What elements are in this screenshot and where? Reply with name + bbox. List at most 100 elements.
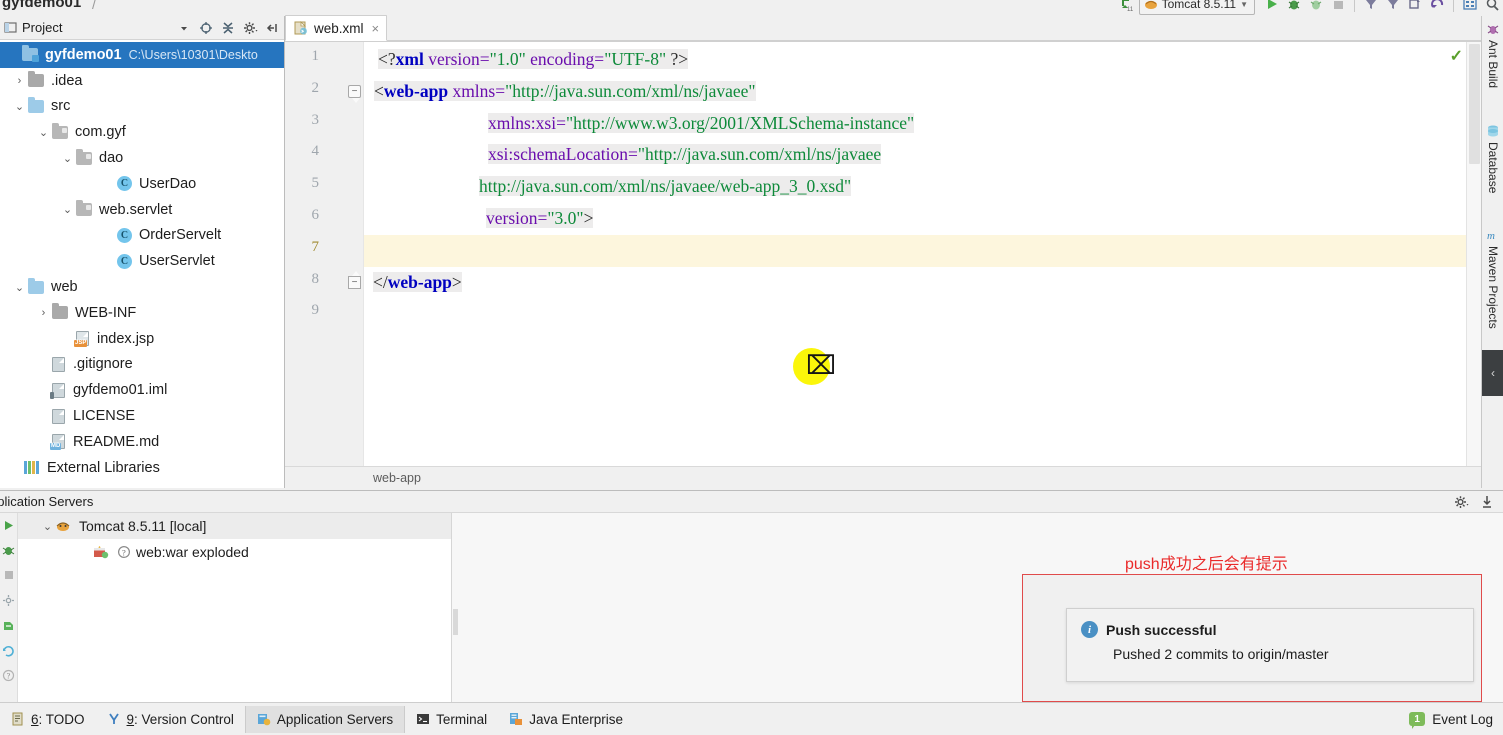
code-line[interactable]: <web-app xmlns="http://java.sun.com/xml/… — [364, 76, 1481, 108]
project-tree-item[interactable]: › WEB-INF — [0, 300, 284, 326]
text-file-icon — [49, 356, 68, 373]
editor-scrollbar-thumb[interactable] — [1469, 44, 1480, 164]
chevron-down-icon[interactable]: ⌄ — [36, 126, 51, 139]
application-servers-tree-item[interactable]: ⌄ Tomcat 8.5.11 [local] — [18, 513, 451, 539]
project-tree-item[interactable]: gyfdemo01 C:\Users\10301\Deskto — [0, 42, 284, 68]
editor-code-lines[interactable]: <?xml version="1.0" encoding="UTF-8" ?> <… — [364, 42, 1481, 466]
chevron-down-icon[interactable]: ⌄ — [12, 281, 27, 294]
project-tree-item[interactable]: MD README.md — [0, 429, 284, 455]
run-with-coverage-icon[interactable] — [1305, 0, 1327, 15]
breadcrumb[interactable]: web-app — [285, 466, 1481, 488]
push-notification-balloon[interactable]: i Push successful Pushed 2 commits to or… — [1066, 608, 1474, 682]
chevron-down-icon[interactable]: ⌄ — [60, 203, 75, 216]
status-bar-tab[interactable]: Application Servers — [244, 705, 406, 733]
code-line[interactable] — [364, 298, 1481, 330]
view-options-dropdown-icon[interactable] — [174, 18, 194, 38]
code-line[interactable] — [364, 234, 1481, 267]
project-tree-item[interactable]: ⌄ web.servlet — [0, 197, 284, 223]
right-tool-rail: Ant Build Database m Maven Projects ‹ — [1481, 16, 1503, 488]
collapse-rail-icon[interactable]: ‹ — [1482, 350, 1503, 396]
chevron-right-icon[interactable]: › — [12, 75, 27, 87]
chevron-right-icon[interactable]: › — [36, 307, 51, 319]
project-tree[interactable]: gyfdemo01 C:\Users\10301\Deskto › .idea ⌄ src… — [0, 40, 284, 487]
hide-panel-icon[interactable] — [262, 18, 282, 38]
application-servers-tree-item[interactable]: ? web:war exploded — [18, 539, 451, 565]
tomcat-icon — [55, 518, 74, 535]
code-line[interactable]: </web-app> — [364, 267, 1481, 299]
status-bar-tabs: 6: TODO 9: Version Control Application Ser… — [0, 705, 634, 733]
project-tree-item[interactable]: ⌄ com.gyf — [0, 119, 284, 145]
fold-collapse-icon[interactable]: − — [348, 269, 361, 289]
debug-icon[interactable] — [1283, 0, 1305, 15]
editor-tab-filler — [387, 16, 1481, 41]
rollback-icon[interactable] — [1404, 0, 1426, 15]
run-icon[interactable] — [1261, 0, 1283, 15]
project-tree-item[interactable]: JSP index.jsp — [0, 326, 284, 352]
help-icon[interactable]: ? — [1, 667, 17, 683]
search-icon[interactable] — [1481, 0, 1503, 15]
chevron-down-icon[interactable]: ⌄ — [60, 152, 75, 165]
code-line[interactable]: <?xml version="1.0" encoding="UTF-8" ?> — [364, 44, 1481, 76]
tool-tab-database[interactable]: Database — [1482, 124, 1503, 193]
text-cursor-icon: ⌧ — [806, 351, 836, 380]
editor-scrollbar[interactable] — [1466, 42, 1481, 466]
project-tree-item[interactable]: ⌄ web — [0, 274, 284, 300]
tool-tab-ant-build-label: Ant Build — [1486, 40, 1500, 89]
fold-expand-icon[interactable]: − — [348, 84, 361, 104]
code-line[interactable]: xsi:schemaLocation="http://java.sun.com/… — [364, 139, 1481, 171]
vcs-history-icon[interactable] — [1426, 0, 1448, 15]
settings-gear-icon[interactable] — [1451, 492, 1471, 512]
tool-tab-maven-projects[interactable]: m Maven Projects — [1482, 228, 1503, 329]
chevron-down-icon[interactable]: ⌄ — [40, 520, 55, 533]
todo-icon — [11, 712, 25, 726]
commit-icon[interactable] — [1382, 0, 1404, 15]
vcs-update-icon[interactable]: 11 — [1117, 0, 1139, 15]
chevron-down-icon[interactable]: ⌄ — [12, 100, 27, 113]
event-log-label[interactable]: Event Log — [1432, 712, 1493, 727]
settings-gear-icon[interactable] — [240, 18, 260, 38]
project-tree-item[interactable]: LICENSE — [0, 403, 284, 429]
project-tree-item[interactable]: ⌄ dao — [0, 145, 284, 171]
settings-icon[interactable] — [1, 592, 17, 608]
refresh-icon[interactable] — [1, 642, 17, 658]
status-bar-tab[interactable]: Java Enterprise — [498, 706, 634, 733]
project-tree-item[interactable]: C UserDao — [0, 171, 284, 197]
run-icon[interactable] — [1, 517, 17, 533]
structure-icon[interactable] — [1459, 0, 1481, 15]
project-tree-item[interactable]: C UserServlet — [0, 248, 284, 274]
debug-icon[interactable] — [1, 542, 17, 558]
project-tree-item-label: web.servlet — [99, 201, 173, 218]
close-icon[interactable]: × — [372, 21, 380, 36]
project-tree-item[interactable]: External Libraries — [0, 455, 284, 481]
tool-tab-maven-projects-label: Maven Projects — [1486, 246, 1500, 329]
project-tree-item[interactable]: .gitignore — [0, 352, 284, 378]
status-bar-tab[interactable]: Terminal — [405, 706, 498, 733]
deploy-icon[interactable] — [1, 617, 17, 633]
project-tree-item[interactable]: gyfdemo01.iml — [0, 377, 284, 403]
stop-icon — [1, 567, 17, 583]
scroll-from-source-icon[interactable] — [196, 18, 216, 38]
status-bar-tab[interactable]: 6: TODO — [0, 706, 96, 733]
run-configuration-selector[interactable]: Tomcat 8.5.11 ▼ — [1138, 0, 1255, 15]
collapse-all-icon[interactable] — [218, 18, 238, 38]
hide-panel-icon[interactable] — [1477, 492, 1497, 512]
editor-tab-web-xml[interactable]: web.xml × — [285, 15, 388, 41]
code-line[interactable]: xmlns:xsi="http://www.w3.org/2001/XMLSch… — [364, 108, 1481, 140]
output-scroll-thumb[interactable] — [453, 609, 458, 635]
status-bar-tab[interactable]: 9: Version Control — [96, 706, 245, 733]
update-project-icon[interactable] — [1360, 0, 1382, 15]
code-line[interactable]: version="3.0"> — [364, 203, 1481, 235]
application-servers-tree[interactable]: ⌄ Tomcat 8.5.11 [local]? web:war exploded — [18, 513, 452, 702]
editor-gutter[interactable]: 1 2 3 4 5 6 7 8 9 − − — [285, 42, 364, 466]
tool-tab-ant-build[interactable]: Ant Build — [1482, 22, 1503, 88]
project-tree-item[interactable]: C OrderServelt — [0, 223, 284, 249]
status-bar-tab-label: Terminal — [436, 712, 487, 727]
project-tree-item-label: web — [51, 279, 78, 296]
code-line[interactable]: http://java.sun.com/xml/ns/javaee/web-ap… — [364, 171, 1481, 203]
code-editor[interactable]: 1 2 3 4 5 6 7 8 9− − <?xml version="1.0" encoding… — [285, 42, 1481, 466]
code-token: web-app — [387, 271, 452, 292]
help-icon[interactable]: ? — [117, 545, 131, 559]
inspection-status-icon[interactable]: ✓ — [1450, 46, 1463, 66]
project-tree-item[interactable]: › .idea — [0, 68, 284, 94]
project-tree-item[interactable]: ⌄ src — [0, 94, 284, 120]
